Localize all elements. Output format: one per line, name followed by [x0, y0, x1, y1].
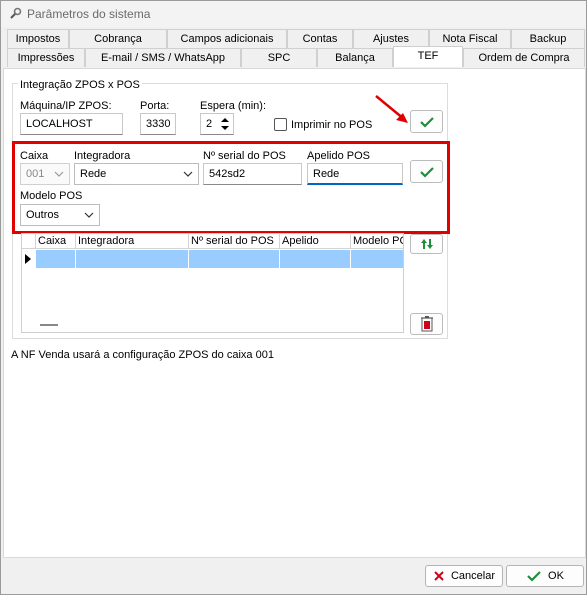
tab-contas[interactable]: Contas [287, 29, 353, 48]
tab-row-1: Impostos Cobrança Campos adicionais Cont… [1, 29, 586, 48]
apelido-input[interactable]: Rede [307, 163, 403, 185]
tab-row-2: Impressões E-mail / SMS / WhatsApp SPC B… [1, 46, 586, 67]
caixa-select[interactable]: 001 [20, 163, 70, 185]
caixa-label: Caixa [20, 150, 49, 162]
integradora-select[interactable]: Rede [74, 163, 199, 185]
tef-panel: Integração ZPOS x POS Máquina/IP ZPOS: L… [3, 68, 586, 558]
espera-label: Espera (min): [200, 100, 267, 112]
grid-cell[interactable] [350, 250, 403, 268]
sort-button[interactable] [410, 234, 443, 254]
check-icon [419, 116, 434, 128]
espera-spinner[interactable]: 2 [200, 113, 234, 135]
window-title: Parâmetros do sistema [27, 7, 151, 21]
integradora-label: Integradora [74, 150, 131, 162]
spinner-arrows-icon[interactable] [218, 115, 232, 133]
system-parameters-window: Parâmetros do sistema Impostos Cobrança … [0, 0, 587, 595]
check-icon [527, 571, 541, 582]
chevron-down-icon [183, 171, 193, 177]
tab-campos-adicionais[interactable]: Campos adicionais [167, 29, 287, 48]
grid-col-apelido[interactable]: Apelido [279, 234, 350, 249]
imprimir-checkbox[interactable] [274, 118, 287, 131]
apelido-label: Apelido POS [307, 150, 370, 162]
row-indicator-icon [25, 254, 31, 264]
grid-col-serial[interactable]: Nº serial do POS [188, 234, 279, 249]
tab-spc[interactable]: SPC [241, 48, 317, 67]
red-arrow-icon [375, 95, 408, 123]
tab-cobranca[interactable]: Cobrança [69, 29, 167, 48]
table-row[interactable] [22, 250, 403, 268]
check-icon [419, 166, 434, 178]
delete-button[interactable] [410, 313, 443, 335]
chevron-down-icon [54, 171, 64, 177]
grid-cell[interactable] [75, 250, 188, 268]
grid-header: Caixa Integradora Nº serial do POS Apeli… [22, 234, 403, 249]
maquina-label: Máquina/IP ZPOS: [20, 100, 112, 112]
tab-balanca[interactable]: Balança [317, 48, 393, 67]
trash-icon [420, 316, 433, 332]
wrench-icon [7, 6, 23, 22]
modelo-select[interactable]: Outros [20, 204, 100, 226]
cancel-label: Cancelar [450, 570, 496, 582]
porta-label: Porta: [140, 100, 170, 112]
caixa-value: 001 [26, 168, 45, 180]
integradora-value: Rede [80, 168, 107, 180]
ok-button[interactable]: OK [506, 565, 584, 587]
grid-col-modelo[interactable]: Modelo PC [350, 234, 403, 249]
ok-label: OK [548, 570, 564, 582]
grid-cell[interactable] [279, 250, 350, 268]
cancel-button[interactable]: Cancelar [425, 565, 503, 587]
imprimir-label: Imprimir no POS [291, 119, 373, 131]
grid-cell[interactable] [188, 250, 279, 268]
group-title: Integração ZPOS x POS [18, 79, 142, 91]
chevron-down-icon [84, 212, 94, 218]
porta-input[interactable]: 3330 [140, 113, 176, 135]
title-bar: Parâmetros do sistema [1, 1, 586, 27]
pos-grid[interactable]: Caixa Integradora Nº serial do POS Apeli… [21, 233, 404, 333]
tab-backup[interactable]: Backup [511, 29, 585, 48]
grid-col-caixa[interactable]: Caixa [35, 234, 75, 249]
grid-col-integradora[interactable]: Integradora [75, 234, 188, 249]
info-text: A NF Venda usará a configuração ZPOS do … [11, 349, 274, 361]
tab-impostos[interactable]: Impostos [7, 29, 69, 48]
sort-arrows-icon [420, 239, 433, 249]
tab-impressoes[interactable]: Impressões [7, 48, 85, 67]
modelo-label: Modelo POS [20, 190, 83, 202]
confirm-zpos-button[interactable] [410, 110, 443, 133]
serial-input[interactable]: 542sd2 [203, 163, 302, 185]
modelo-value: Outros [26, 209, 60, 221]
maquina-input[interactable]: LOCALHOST [20, 113, 123, 135]
confirm-pos-button[interactable] [410, 160, 443, 183]
espera-value: 2 [206, 118, 213, 130]
tab-email-sms-whatsapp[interactable]: E-mail / SMS / WhatsApp [85, 48, 241, 67]
tab-tef[interactable]: TEF [393, 46, 463, 67]
close-icon [434, 571, 444, 581]
serial-label: Nº serial do POS [203, 150, 286, 162]
horizontal-scrollbar-thumb[interactable] [40, 324, 58, 326]
grid-cell[interactable] [35, 250, 75, 268]
tab-ordem-de-compra[interactable]: Ordem de Compra [463, 48, 585, 67]
